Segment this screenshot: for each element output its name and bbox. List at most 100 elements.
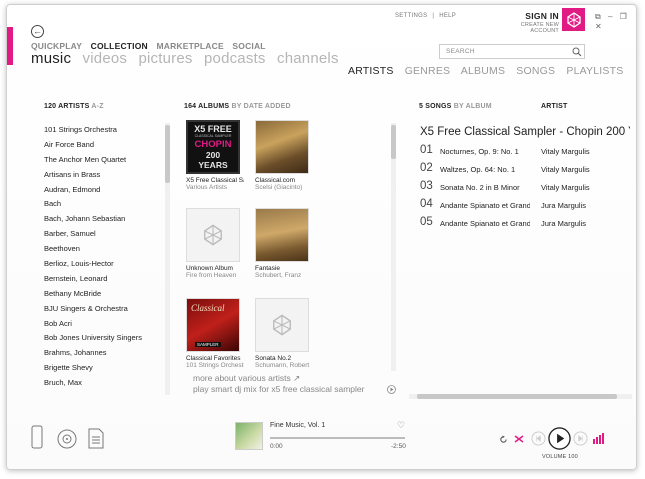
list-item[interactable]: Bach, Johann Sebastian <box>44 212 162 227</box>
cover-line3: CHOPIN <box>194 139 232 150</box>
tab-artists[interactable]: ARTISTS <box>348 65 394 77</box>
track-number: 03 <box>420 180 433 192</box>
artists-scrollbar[interactable] <box>165 123 170 395</box>
progress-bar[interactable] <box>270 437 405 439</box>
list-item[interactable]: Bach <box>44 197 162 212</box>
songs-horizontal-scrollbar[interactable] <box>409 394 632 399</box>
window-controls: ⧉ – ❐ ✕ <box>595 12 636 31</box>
next-button[interactable] <box>573 431 588 446</box>
subnav-music[interactable]: music <box>31 50 71 67</box>
settings-link[interactable]: SETTINGS <box>395 13 427 19</box>
device-icon[interactable] <box>31 425 43 449</box>
repeat-icon[interactable] <box>499 435 508 444</box>
now-playing-art[interactable] <box>235 422 263 450</box>
list-item[interactable]: Berlioz, Louis-Hector <box>44 257 162 272</box>
play-smart-dj-icon[interactable] <box>387 385 396 394</box>
songs-scroll-thumb[interactable] <box>417 394 617 399</box>
track-title: Andante Spianato et Grande Polonaise <box>440 201 530 210</box>
album-artist: 101 Strings Orchestra <box>186 362 244 369</box>
album-tile[interactable]: Unknown Album Fire from Heaven <box>186 208 244 279</box>
artist-column-header[interactable]: ARTIST <box>541 103 567 110</box>
list-item[interactable]: Barber, Samuel <box>44 227 162 242</box>
smart-dj-link[interactable]: play smart dj mix for x5 free classical … <box>193 384 399 395</box>
subnav-pictures[interactable]: pictures <box>138 50 192 67</box>
list-item[interactable]: Brigette Shevy <box>44 361 162 376</box>
albums-count: 164 ALBUMS <box>184 103 230 110</box>
maximize-button[interactable]: ❐ <box>620 12 627 21</box>
list-item[interactable]: Beethoven <box>44 242 162 257</box>
artist-list: 101 Strings Orchestra Air Force Band The… <box>44 123 162 395</box>
list-item[interactable]: The Anchor Men Quartet <box>44 153 162 168</box>
list-item[interactable]: 101 Strings Orchestra <box>44 123 162 138</box>
table-row[interactable]: 02 Waltzes, Op. 64: No. 1 Vitaly Marguli… <box>420 162 634 180</box>
remaining-time: -2:50 <box>391 443 406 450</box>
subnav-podcasts[interactable]: podcasts <box>204 50 266 67</box>
album-title: Unknown Album <box>186 265 233 272</box>
album-tile[interactable]: Fantasie Schubert, Franz <box>255 208 313 279</box>
album-art <box>255 298 309 352</box>
list-item[interactable]: Bethany McBride <box>44 287 162 302</box>
previous-button[interactable] <box>531 431 546 446</box>
list-item[interactable]: Brahms, Johannes <box>44 346 162 361</box>
list-item[interactable]: Air Force Band <box>44 138 162 153</box>
album-artist: Schumann, Robert <box>255 362 310 369</box>
sign-in-label[interactable]: SIGN IN <box>492 11 559 21</box>
tab-songs[interactable]: SONGS <box>516 65 555 77</box>
close-button[interactable]: ✕ <box>595 22 602 31</box>
songs-sort[interactable]: BY ALBUM <box>454 103 492 110</box>
disc-icon[interactable] <box>57 429 77 449</box>
sign-in-area[interactable]: SIGN IN CREATE NEW ACCOUNT <box>492 11 559 34</box>
list-item[interactable]: BJU Singers & Orchestra <box>44 302 162 317</box>
subnav-channels[interactable]: channels <box>277 50 339 67</box>
album-art: Classical SAMPLER <box>186 298 240 352</box>
album-tile[interactable]: Classical SAMPLER Classical Favorites 10… <box>186 298 244 369</box>
heart-icon[interactable]: ♡ <box>397 420 405 431</box>
list-item[interactable]: Bob Acri <box>44 317 162 332</box>
subnav-videos[interactable]: videos <box>83 50 128 67</box>
search-icon[interactable] <box>572 47 582 57</box>
track-title: Waltzes, Op. 64: No. 1 <box>440 165 516 174</box>
play-button[interactable] <box>548 427 571 450</box>
list-item[interactable]: Bob Jones University Singers <box>44 331 162 346</box>
albums-sort[interactable]: BY DATE ADDED <box>231 103 290 110</box>
tab-genres[interactable]: GENRES <box>405 65 451 77</box>
album-title: Sonata No.2 <box>255 355 292 362</box>
album-tile[interactable]: Sonata No.2 Schumann, Robert <box>255 298 313 369</box>
table-row[interactable]: 01 Nocturnes, Op. 9: No. 1 Vitaly Margul… <box>420 144 634 162</box>
list-item[interactable]: Audran, Edmond <box>44 183 162 198</box>
list-item[interactable]: Bruch, Max <box>44 376 162 391</box>
volume-bars-icon[interactable] <box>593 433 605 444</box>
link-separator: | <box>432 13 435 19</box>
albums-scrollbar[interactable] <box>391 123 396 371</box>
shuffle-icon[interactable] <box>514 434 524 444</box>
back-button[interactable]: ← <box>31 25 44 38</box>
zune-logo[interactable] <box>562 8 585 31</box>
artists-count: 120 ARTISTS <box>44 103 90 110</box>
logo-icon <box>566 11 581 28</box>
app-window: ← QUICKPLAY COLLECTION MARKETPLACE SOCIA… <box>6 4 637 470</box>
selected-album-title: X5 Free Classical Sampler - Chopin 200 Y… <box>420 126 630 138</box>
album-tile[interactable]: Classical.com Scelsi (Giacinto) <box>255 120 313 191</box>
table-row[interactable]: 05 Andante Spianato et Grande Polonaise … <box>420 216 634 234</box>
list-item[interactable]: Bernstein, Leonard <box>44 272 162 287</box>
albums-scroll-thumb[interactable] <box>391 125 396 159</box>
elapsed-time: 0:00 <box>270 443 283 450</box>
playlist-icon[interactable] <box>88 428 104 449</box>
table-row[interactable]: 04 Andante Spianato et Grande Polonaise … <box>420 198 634 216</box>
now-playing-title[interactable]: Fine Music, Vol. 1 <box>270 422 325 429</box>
search-input[interactable]: SEARCH <box>439 44 585 59</box>
tab-playlists[interactable]: PLAYLISTS <box>566 65 623 77</box>
album-tile[interactable]: X5 FREE CLASSICAL SAMPLER CHOPIN 200 YEA… <box>186 120 244 191</box>
more-about-link[interactable]: more about various artists ↗ <box>193 373 399 384</box>
help-link[interactable]: HELP <box>439 13 456 19</box>
artists-scroll-thumb[interactable] <box>165 125 170 183</box>
list-item[interactable]: Artisans in Brass <box>44 168 162 183</box>
artists-sort[interactable]: A-Z <box>91 103 103 110</box>
minimize-button[interactable]: – <box>608 12 612 21</box>
table-row[interactable]: 03 Sonata No. 2 in B Minor Vitaly Margul… <box>420 180 634 198</box>
create-account-link[interactable]: CREATE NEW ACCOUNT <box>492 22 559 34</box>
track-number: 05 <box>420 216 433 228</box>
compact-mode-button[interactable]: ⧉ <box>595 12 601 21</box>
tab-albums[interactable]: ALBUMS <box>461 65 505 77</box>
album-title: X5 Free Classical Sampler <box>186 177 244 184</box>
